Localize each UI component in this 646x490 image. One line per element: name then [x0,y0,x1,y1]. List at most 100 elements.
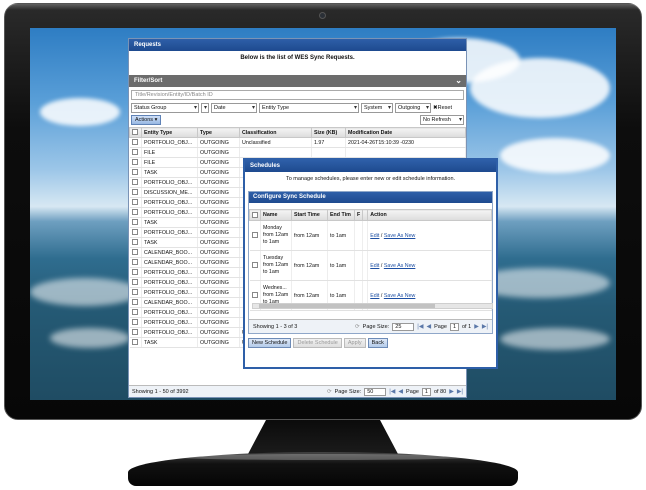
refresh-select[interactable]: No Refresh [420,115,464,125]
col-name[interactable]: Name [260,209,292,221]
operator-select[interactable] [201,103,209,113]
row-checkbox[interactable] [129,167,142,178]
edit-link[interactable]: Edit [370,293,379,299]
table-header-row: Entity Type Type Classification Size (KB… [129,127,466,138]
first-page-icon[interactable]: |◀ [417,323,423,330]
schedule-row[interactable]: Monday from 12am to 1am from 12am to 1am Ed… [249,220,492,251]
page-size-label: Page Size: [334,388,362,395]
row-checkbox[interactable] [129,287,142,298]
table-cell: Unclassified [239,137,312,148]
table-cell: TASK [141,237,198,248]
next-page-icon[interactable]: ▶ [474,323,479,330]
new-schedule-button[interactable]: New Schedule [248,338,292,348]
schedule-select-all-checkbox[interactable] [249,209,261,221]
prev-page-icon[interactable]: ◀ [398,388,403,395]
next-page-icon[interactable]: ▶ [449,388,454,395]
table-cell: OUTGOING [197,307,240,318]
row-checkbox[interactable] [129,267,142,278]
configure-sync-title: Configure Sync Schedule [249,192,492,203]
row-checkbox[interactable] [129,317,142,328]
bezel-shine [6,4,640,10]
refresh-icon[interactable]: ⟳ [327,389,332,395]
row-checkbox[interactable] [129,137,142,148]
table-cell: OUTGOING [197,287,240,298]
row-checkbox[interactable] [129,217,142,228]
system-select[interactable]: System [361,103,393,113]
save-as-new-link[interactable]: Save As New [384,233,416,239]
direction-select[interactable]: Outgoing [395,103,431,113]
cloud-shape [40,98,120,126]
horizontal-scrollbar[interactable] [252,303,493,309]
table-cell: OUTGOING [197,247,240,258]
last-page-icon[interactable]: ▶| [457,388,463,395]
last-page-icon[interactable]: ▶| [482,323,488,330]
apply-button[interactable]: Apply [343,338,366,348]
table-cell: CALENDAR_BOO... [141,247,198,258]
schedule-name: Monday from 12am to 1am [260,220,292,251]
table-cell: OUTGOING [197,147,240,158]
table-cell: FILE [141,157,198,168]
table-cell: 2021-04-26T15:10:39 -0230 [345,137,466,148]
row-checkbox[interactable] [129,277,142,288]
refresh-icon[interactable]: ⟳ [355,324,360,330]
col-type[interactable]: Type [197,127,240,138]
col-entity-type[interactable]: Entity Type [141,127,198,138]
row-checkbox[interactable] [129,227,142,238]
table-cell: OUTGOING [197,327,240,338]
table-row[interactable]: FILE OUTGOING [129,147,466,158]
row-checkbox[interactable] [129,157,142,168]
actions-button[interactable]: Actions ▾ [131,115,162,125]
entity-type-select[interactable]: Entity Type [259,103,359,113]
row-checkbox[interactable] [129,327,142,338]
schedule-row-checkbox[interactable] [249,250,261,281]
row-checkbox[interactable] [129,147,142,158]
row-checkbox[interactable] [129,337,142,348]
schedule-actions: Edit / Save As New [367,250,492,281]
row-checkbox[interactable] [129,177,142,188]
page-size-input[interactable]: 50 [364,387,387,396]
page-of: of 1 [462,323,472,330]
row-checkbox[interactable] [129,187,142,198]
filter-sort-bar[interactable]: Filter/Sort ⌄ [129,75,466,87]
table-cell: PORTFOLIO_OBJ... [141,207,198,218]
col-action[interactable]: Action [367,209,492,221]
date-select[interactable]: Date [211,103,257,113]
search-input[interactable]: Title/Revision/Entity/ID/Batch ID [131,90,464,100]
schedule-row-checkbox[interactable] [249,220,261,251]
row-checkbox[interactable] [129,237,142,248]
col-start-time[interactable]: Start Time [291,209,328,221]
col-classification[interactable]: Classification [239,127,312,138]
row-checkbox[interactable] [129,297,142,308]
back-button[interactable]: Back [367,338,388,348]
row-checkbox[interactable] [129,307,142,318]
page-input[interactable]: 1 [449,322,459,331]
row-checkbox[interactable] [129,207,142,218]
action-separator: / [380,262,383,269]
row-checkbox[interactable] [129,257,142,268]
schedule-name: Tuesday from 12am to 1am [260,250,292,281]
reset-button[interactable]: ✖Reset [433,105,452,111]
edit-link[interactable]: Edit [370,263,379,269]
schedule-row[interactable]: Tuesday from 12am to 1am from 12am to 1am E… [249,250,492,281]
save-as-new-link[interactable]: Save As New [384,293,416,299]
select-all-checkbox[interactable] [129,127,142,138]
wave-shape [30,278,140,306]
row-checkbox[interactable] [129,197,142,208]
col-modification-date[interactable]: Modification Date [345,127,466,138]
prev-page-icon[interactable]: ◀ [426,323,431,330]
cloud-shape [470,58,610,118]
chevron-down-icon[interactable]: ⌄ [455,76,462,85]
page-size-input[interactable]: 25 [392,322,415,331]
status-group-select[interactable]: Status Group [131,103,199,113]
table-row[interactable]: PORTFOLIO_OBJ... OUTGOING Unclassified 1.97… [129,137,466,148]
edit-link[interactable]: Edit [370,233,379,239]
col-end-time[interactable]: End Tim [327,209,355,221]
page-input[interactable]: 1 [421,387,431,396]
col-f[interactable]: F [353,209,364,221]
first-page-icon[interactable]: |◀ [389,388,395,395]
row-checkbox[interactable] [129,247,142,258]
delete-schedule-button[interactable]: Delete Schedule [293,338,342,348]
col-size[interactable]: Size (KB) [311,127,346,138]
save-as-new-link[interactable]: Save As New [384,263,416,269]
scrollbar-thumb[interactable] [259,304,435,308]
